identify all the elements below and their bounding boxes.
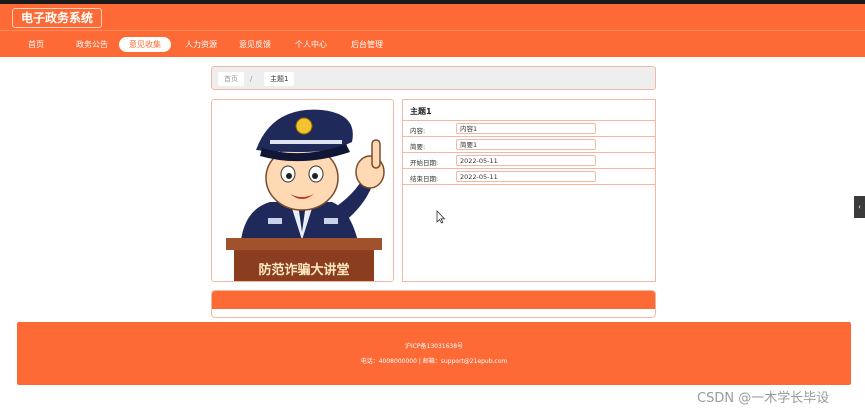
field-value: 2022-05-11 bbox=[456, 171, 596, 182]
detail-row-start-date: 开始日期: 2022-05-11 bbox=[403, 153, 655, 169]
detail-row-end-date: 结束日期: 2022-05-11 bbox=[403, 169, 655, 185]
action-bar-fill bbox=[212, 291, 655, 309]
field-label: 内容: bbox=[410, 127, 426, 135]
app-title: 电子政务系统 bbox=[12, 8, 103, 28]
field-label: 简要: bbox=[410, 143, 426, 151]
footer: 沪ICP备13031638号 电话：4008000000 | 邮箱：suppor… bbox=[17, 322, 851, 385]
header: 电子政务系统 bbox=[0, 4, 865, 30]
breadcrumb-home[interactable]: 首页 bbox=[218, 72, 244, 86]
breadcrumb-current: 主题1 bbox=[264, 72, 295, 86]
nav-item-human-resources[interactable]: 人力资源 bbox=[175, 37, 227, 52]
nav-item-personal-center[interactable]: 个人中心 bbox=[285, 37, 337, 52]
breadcrumb-separator: / bbox=[250, 75, 253, 83]
chevron-left-icon: ‹ bbox=[858, 203, 861, 211]
detail-row-content: 内容: 内容1 bbox=[403, 121, 655, 137]
detail-row-summary: 简要: 简要1 bbox=[403, 137, 655, 153]
footer-contact: 电话：4008000000 | 邮箱：support@21epub.com bbox=[360, 358, 508, 365]
topic-title: 主题1 bbox=[410, 107, 432, 116]
field-value: 内容1 bbox=[456, 123, 596, 134]
banner-text: 防范诈骗大讲堂 bbox=[258, 262, 349, 278]
footer-icp: 沪ICP备13031638号 bbox=[404, 343, 464, 350]
nav-item-admin[interactable]: 后台管理 bbox=[341, 37, 393, 52]
field-value: 简要1 bbox=[456, 139, 596, 150]
field-label: 结束日期: bbox=[410, 175, 439, 183]
breadcrumb: 首页 / 主题1 bbox=[211, 66, 656, 90]
police-officer-illustration: 防范诈骗大讲堂 bbox=[212, 100, 393, 281]
watermark: CSDN @一木学长毕设 bbox=[697, 391, 830, 406]
nav-item-feedback[interactable]: 意见反馈 bbox=[229, 37, 281, 52]
main-nav: 首页 政务公告 意见收集 人力资源 意见反馈 个人中心 后台管理 bbox=[0, 30, 865, 57]
side-collapse-tab[interactable]: ‹ bbox=[854, 196, 865, 218]
field-label: 开始日期: bbox=[410, 159, 439, 167]
nav-item-opinion-collection[interactable]: 意见收集 bbox=[119, 37, 171, 52]
field-value: 2022-05-11 bbox=[456, 155, 596, 166]
topic-detail-panel: 主题1 内容: 内容1 简要: 简要1 开始日期: 2022-05-11 结束日… bbox=[402, 99, 656, 282]
topic-image: 防范诈骗大讲堂 bbox=[211, 99, 394, 282]
mouse-pointer-icon bbox=[436, 210, 446, 224]
nav-item-announcements[interactable]: 政务公告 bbox=[66, 37, 118, 52]
action-bar bbox=[211, 290, 656, 318]
nav-item-home[interactable]: 首页 bbox=[18, 37, 54, 52]
